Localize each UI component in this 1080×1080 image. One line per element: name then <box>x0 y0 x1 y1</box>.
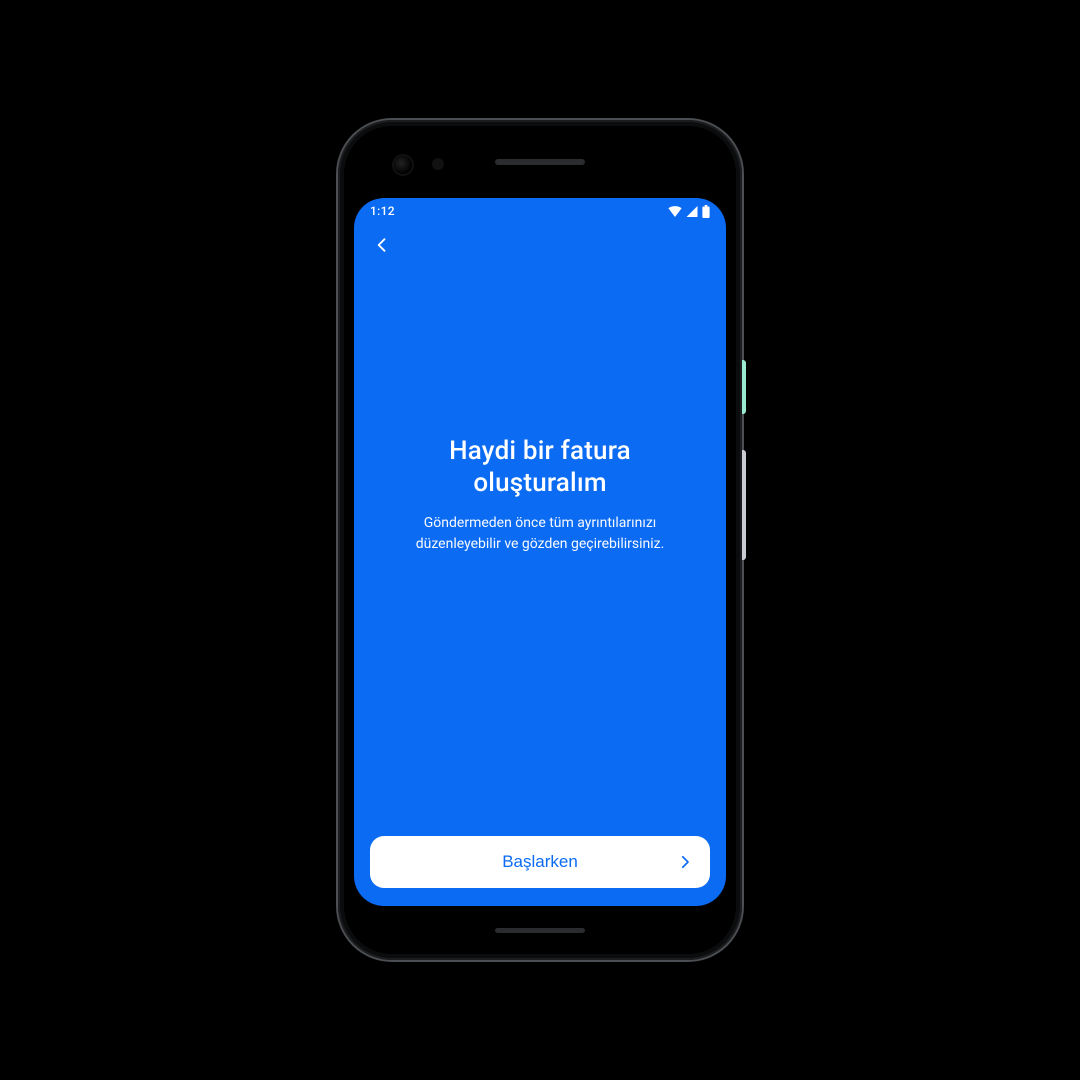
phone-camera-icon <box>394 156 412 174</box>
subheadline-text: Göndermeden önce tüm ayrıntılarınızı düz… <box>410 513 670 554</box>
footer: Başlarken <box>354 822 726 906</box>
phone-frame: 1:12 <box>338 120 742 960</box>
phone-volume-button <box>742 450 746 560</box>
phone-speaker <box>495 928 585 933</box>
wifi-icon <box>668 206 682 217</box>
chevron-left-icon <box>372 235 392 258</box>
phone-bottom-bezel <box>344 906 736 954</box>
phone-top-bezel <box>344 126 736 198</box>
battery-icon <box>702 205 710 218</box>
status-right-cluster <box>668 205 710 218</box>
phone-sensor-icon <box>432 158 444 170</box>
onboarding-content: Haydi bir fatura oluşturalım Göndermeden… <box>354 268 726 822</box>
app-screen: 1:12 <box>354 198 726 906</box>
phone-bezel: 1:12 <box>344 126 736 954</box>
chevron-right-icon <box>676 853 694 871</box>
headline-text: Haydi bir fatura oluşturalım <box>400 436 680 499</box>
nav-bar <box>354 224 726 268</box>
status-bar: 1:12 <box>354 198 726 224</box>
cta-label: Başlarken <box>502 852 578 872</box>
phone-earpiece <box>495 159 585 165</box>
stage: 1:12 <box>0 0 1080 1080</box>
phone-power-button <box>742 360 746 414</box>
back-button[interactable] <box>362 226 402 266</box>
status-time: 1:12 <box>370 204 395 218</box>
cellular-signal-icon <box>686 206 698 217</box>
get-started-button[interactable]: Başlarken <box>370 836 710 888</box>
